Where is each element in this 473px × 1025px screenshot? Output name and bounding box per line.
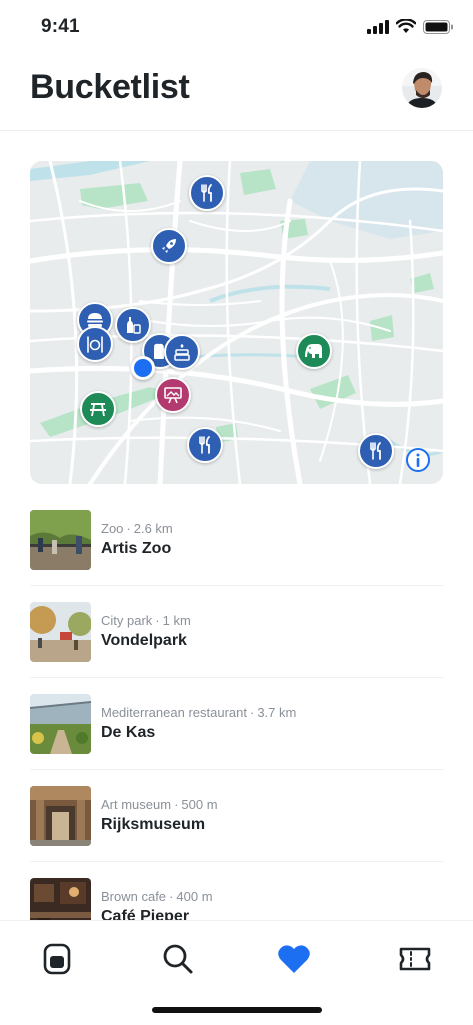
fork-knife-icon <box>199 436 210 454</box>
bottle-icon <box>127 317 141 334</box>
map-pin-park[interactable] <box>80 391 116 427</box>
map-pin-attraction[interactable] <box>151 228 187 264</box>
list-item[interactable]: Art museum · 500 m Rijksmuseum <box>30 770 443 862</box>
place-thumbnail <box>30 510 91 570</box>
place-distance: 3.7 km <box>257 705 297 720</box>
place-meta: Zoo · 2.6 km <box>101 521 173 536</box>
place-name: Rijksmuseum <box>101 816 206 833</box>
home-app-icon <box>43 943 71 975</box>
status-icons <box>367 19 453 34</box>
map-view[interactable] <box>30 161 443 484</box>
separator-dot: · <box>174 797 179 812</box>
picnic-table-icon <box>90 403 106 417</box>
avatar[interactable] <box>402 68 442 108</box>
place-category: Art museum <box>101 797 172 812</box>
list-item[interactable]: Mediterranean restaurant · 3.7 km De Kas <box>30 678 443 770</box>
place-meta: Mediterranean restaurant · 3.7 km <box>101 705 296 720</box>
place-distance: 500 m <box>181 797 218 812</box>
fork-knife-icon <box>370 442 381 460</box>
home-indicator[interactable] <box>152 1007 322 1013</box>
status-time: 9:41 <box>41 16 80 37</box>
art-frame-icon <box>164 387 182 404</box>
map-pin-museum[interactable] <box>155 377 191 413</box>
map-pin-restaurant[interactable] <box>77 326 113 362</box>
map-pin-restaurant[interactable] <box>189 175 225 211</box>
info-icon[interactable] <box>405 447 431 473</box>
cake-icon <box>174 344 190 361</box>
status-bar: 9:41 <box>0 0 473 56</box>
list-item[interactable]: Zoo · 2.6 km Artis Zoo <box>30 494 443 586</box>
wifi-icon <box>396 19 416 33</box>
map-pin-bar[interactable] <box>115 307 151 343</box>
tab-home[interactable] <box>37 939 77 979</box>
place-meta: Art museum · 500 m <box>101 797 218 812</box>
place-distance: 1 km <box>162 613 191 628</box>
fork-knife-icon <box>87 336 103 353</box>
map-pin-restaurant[interactable] <box>358 433 394 469</box>
elephant-icon <box>305 344 322 358</box>
separator-dot: · <box>169 889 174 904</box>
place-name: Vondelpark <box>101 632 187 649</box>
list-item[interactable]: City park · 1 km Vondelpark <box>30 586 443 678</box>
separator-dot: · <box>249 705 255 720</box>
rocket-icon <box>162 239 176 253</box>
place-distance: 2.6 km <box>133 521 173 536</box>
place-category: Brown cafe <box>101 889 167 904</box>
separator-dot: · <box>126 521 131 536</box>
header: Bucketlist <box>0 56 473 131</box>
search-icon <box>163 944 193 974</box>
battery-icon <box>423 19 453 34</box>
tab-tickets[interactable] <box>395 939 435 979</box>
place-distance: 400 m <box>176 889 213 904</box>
place-category: City park <box>101 613 153 628</box>
place-category: Mediterranean restaurant <box>101 705 247 720</box>
tab-favorites[interactable] <box>274 939 314 979</box>
place-thumbnail <box>30 694 91 754</box>
cellular-signal-icon <box>367 19 389 34</box>
tab-bar <box>0 920 473 1025</box>
map-pin-restaurant[interactable] <box>187 427 223 463</box>
map-pin-zoo[interactable] <box>296 333 332 369</box>
separator-dot: · <box>155 613 160 628</box>
map-pin-cafe[interactable] <box>164 334 200 370</box>
heart-icon <box>278 945 310 973</box>
place-meta: City park · 1 km <box>101 613 191 628</box>
fork-knife-icon <box>201 184 212 202</box>
place-name: Artis Zoo <box>101 540 172 557</box>
current-location-dot <box>131 356 155 380</box>
ticket-icon <box>399 947 431 971</box>
place-list: Zoo · 2.6 km Artis Zoo City park · 1 km Vond… <box>30 494 443 953</box>
place-name: De Kas <box>101 724 156 741</box>
page-title: Bucketlist <box>30 68 190 106</box>
tab-search[interactable] <box>158 939 198 979</box>
place-meta: Brown cafe · 400 m <box>101 889 213 904</box>
place-thumbnail <box>30 602 91 662</box>
place-category: Zoo <box>101 521 124 536</box>
place-thumbnail <box>30 786 91 846</box>
